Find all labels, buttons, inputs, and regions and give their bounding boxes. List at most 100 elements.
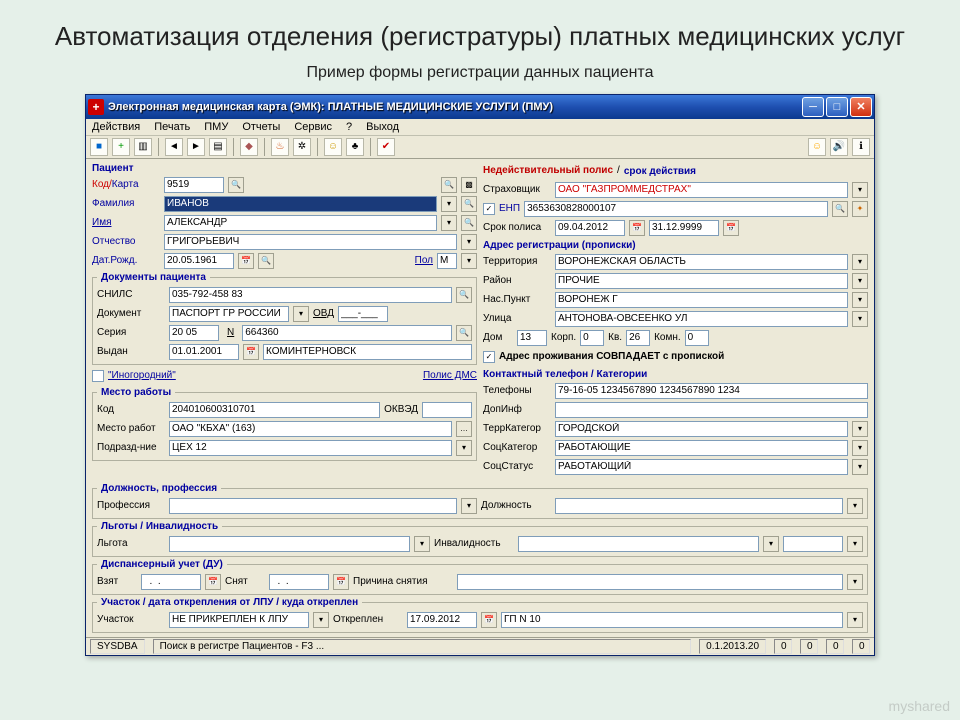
term-to-calendar-icon[interactable]: 📅: [723, 220, 739, 236]
soc-cat-field[interactable]: [555, 440, 848, 456]
work-place-field[interactable]: [169, 421, 452, 437]
ovd-field[interactable]: [338, 306, 388, 322]
terr-cat-dropdown[interactable]: ▾: [852, 421, 868, 437]
city-dropdown[interactable]: ▾: [852, 292, 868, 308]
district-dropdown[interactable]: ▾: [852, 273, 868, 289]
benefit-field[interactable]: [169, 536, 410, 552]
toolbar-check-icon[interactable]: ✔: [377, 138, 395, 156]
profession-field[interactable]: [169, 498, 457, 514]
toolbar-tag-icon[interactable]: ◆: [240, 138, 258, 156]
toolbar-next-icon[interactable]: ►: [187, 138, 205, 156]
toolbar-new-icon[interactable]: ■: [90, 138, 108, 156]
close-button[interactable]: ✕: [850, 97, 872, 117]
territory-dropdown[interactable]: ▾: [852, 254, 868, 270]
minimize-button[interactable]: ─: [802, 97, 824, 117]
work-place-more[interactable]: …: [456, 421, 472, 437]
number-search-icon[interactable]: 🔍: [456, 325, 472, 341]
term-from-field[interactable]: [555, 220, 625, 236]
series-field[interactable]: [169, 325, 219, 341]
search-icon[interactable]: 🔍: [228, 177, 244, 193]
dms-link[interactable]: Полис ДМС: [423, 370, 477, 381]
sex-field[interactable]: [437, 253, 457, 269]
dob-search-icon[interactable]: 🔍: [258, 253, 274, 269]
soc-status-dropdown[interactable]: ▾: [852, 459, 868, 475]
insurer-field[interactable]: [555, 182, 848, 198]
removed-field[interactable]: [269, 574, 329, 590]
terr-cat-field[interactable]: [555, 421, 848, 437]
street-dropdown[interactable]: ▾: [852, 311, 868, 327]
okved-field[interactable]: [422, 402, 472, 418]
inogorod-label[interactable]: "Иногородний": [108, 370, 176, 381]
name-search-icon[interactable]: 🔍: [461, 215, 477, 231]
addinfo-field[interactable]: [555, 402, 868, 418]
same-address-check[interactable]: ✓: [483, 351, 495, 363]
qr-icon[interactable]: ▩: [461, 177, 477, 193]
taken-field[interactable]: [141, 574, 201, 590]
komn-field[interactable]: [685, 330, 709, 346]
work-dept-dropdown[interactable]: ▾: [456, 440, 472, 456]
toolbar-gear-icon[interactable]: ✲: [293, 138, 311, 156]
kv-field[interactable]: [626, 330, 650, 346]
city-field[interactable]: [555, 292, 848, 308]
number-field[interactable]: [242, 325, 452, 341]
enp-search-icon[interactable]: 🔍: [832, 201, 848, 217]
work-code-field[interactable]: [169, 402, 380, 418]
street-field[interactable]: [555, 311, 848, 327]
disability-extra-dropdown[interactable]: ▾: [847, 536, 863, 552]
issued-date-field[interactable]: [169, 344, 239, 360]
toolbar-info-icon[interactable]: ℹ: [852, 138, 870, 156]
enp-field[interactable]: [524, 201, 828, 217]
detached-to-dropdown[interactable]: ▾: [847, 612, 863, 628]
benefit-dropdown[interactable]: ▾: [414, 536, 430, 552]
detached-date-field[interactable]: [407, 612, 477, 628]
toolbar-flame-icon[interactable]: ♨: [271, 138, 289, 156]
menu-service[interactable]: Сервис: [294, 121, 332, 133]
issued-calendar-icon[interactable]: 📅: [243, 344, 259, 360]
code-field[interactable]: [164, 177, 224, 193]
soc-status-field[interactable]: [555, 459, 848, 475]
disability-extra-field[interactable]: [783, 536, 843, 552]
toolbar-tree-icon[interactable]: ♣: [346, 138, 364, 156]
toolbar-add-icon[interactable]: +: [112, 138, 130, 156]
calendar-icon[interactable]: 📅: [238, 253, 254, 269]
disability-dropdown[interactable]: ▾: [763, 536, 779, 552]
toolbar-smile-icon[interactable]: ☺: [808, 138, 826, 156]
inogorod-check[interactable]: [92, 370, 104, 382]
phones-field[interactable]: [555, 383, 868, 399]
sex-dropdown[interactable]: ▾: [461, 253, 477, 269]
surname-dropdown[interactable]: ▾: [441, 196, 457, 212]
patronymic-dropdown[interactable]: ▾: [461, 234, 477, 250]
enp-action-icon[interactable]: ✦: [852, 201, 868, 217]
doc-dropdown[interactable]: ▾: [293, 306, 309, 322]
menu-help[interactable]: ?: [346, 121, 352, 133]
surname-search-icon[interactable]: 🔍: [461, 196, 477, 212]
menu-pmu[interactable]: ПМУ: [204, 121, 228, 133]
menu-print[interactable]: Печать: [154, 121, 190, 133]
menu-exit[interactable]: Выход: [366, 121, 399, 133]
dob-field[interactable]: [164, 253, 234, 269]
maximize-button[interactable]: □: [826, 97, 848, 117]
insurer-dropdown[interactable]: ▾: [852, 182, 868, 198]
work-dept-field[interactable]: [169, 440, 452, 456]
surname-field[interactable]: [164, 196, 437, 212]
snils-field[interactable]: [169, 287, 452, 303]
position-dropdown[interactable]: ▾: [847, 498, 863, 514]
reason-field[interactable]: [457, 574, 843, 590]
taken-calendar-icon[interactable]: 📅: [205, 574, 221, 590]
position-field[interactable]: [555, 498, 843, 514]
detached-to-field[interactable]: [501, 612, 843, 628]
menu-actions[interactable]: Действия: [92, 121, 140, 133]
patronymic-field[interactable]: [164, 234, 457, 250]
reason-dropdown[interactable]: ▾: [847, 574, 863, 590]
toolbar-prev-icon[interactable]: ◄: [165, 138, 183, 156]
area-dropdown[interactable]: ▾: [313, 612, 329, 628]
lookup-icon[interactable]: 🔍: [441, 177, 457, 193]
issued-by-field[interactable]: [263, 344, 472, 360]
territory-field[interactable]: [555, 254, 848, 270]
district-field[interactable]: [555, 273, 848, 289]
menu-reports[interactable]: Отчеты: [242, 121, 280, 133]
snils-search-icon[interactable]: 🔍: [456, 287, 472, 303]
soc-cat-dropdown[interactable]: ▾: [852, 440, 868, 456]
enp-check[interactable]: ✓: [483, 203, 495, 215]
doc-field[interactable]: [169, 306, 289, 322]
